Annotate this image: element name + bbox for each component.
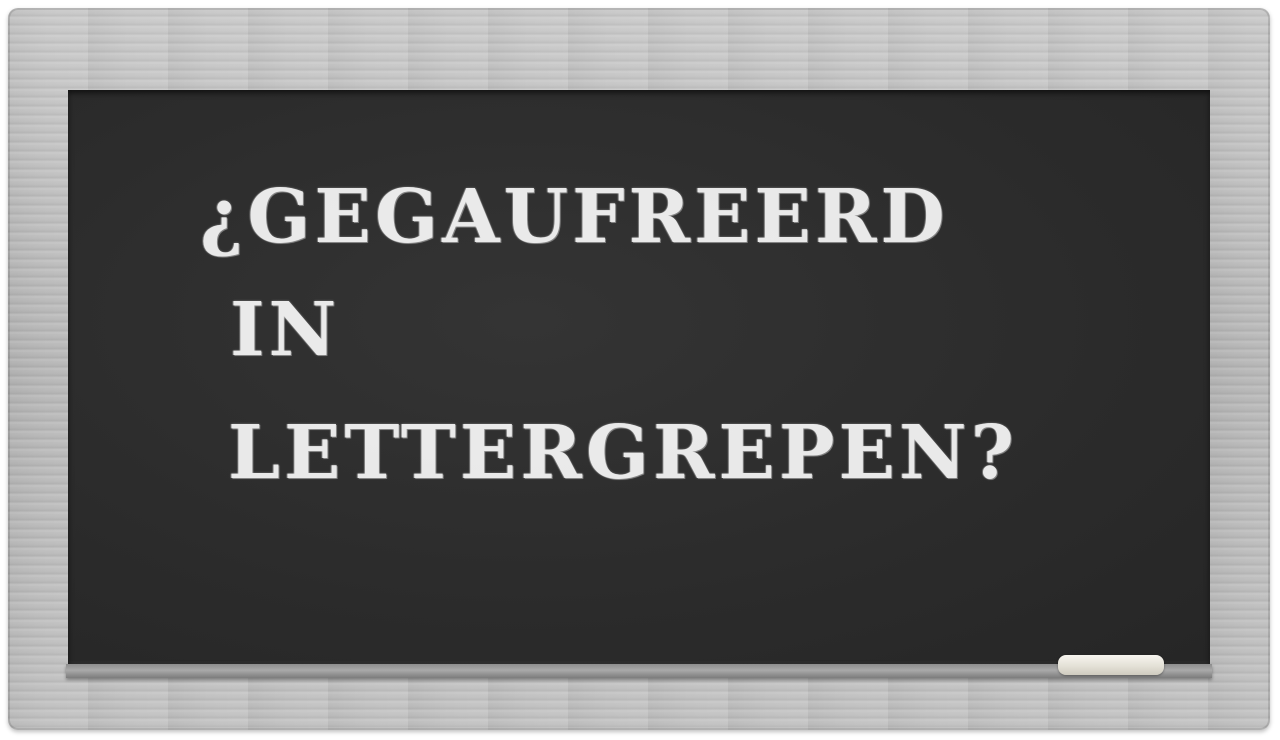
chalkboard-scene: ¿GEGAUFREERD IN LETTERGREPEN? (0, 0, 1280, 740)
chalk-ledge (66, 664, 1212, 678)
board-line-2: IN (230, 287, 341, 373)
board-line-3: LETTERGREPEN? (228, 410, 1018, 496)
board-line-1: ¿GEGAUFREERD (200, 174, 949, 260)
chalk-stick-icon (1058, 655, 1164, 675)
